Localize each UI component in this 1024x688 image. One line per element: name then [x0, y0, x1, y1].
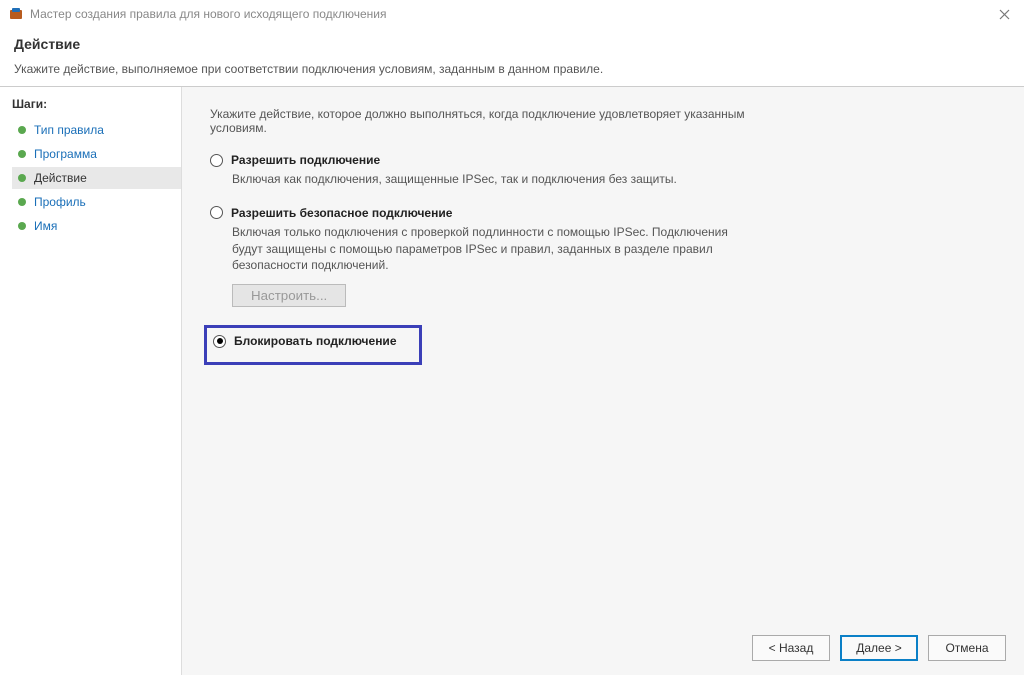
firewall-icon — [8, 6, 24, 22]
option-block-label: Блокировать подключение — [234, 334, 397, 348]
option-block: Блокировать подключение — [204, 325, 422, 365]
radio-allow[interactable] — [210, 154, 223, 167]
wizard-header: Действие Укажите действие, выполняемое п… — [0, 28, 1024, 76]
radio-allow-secure[interactable] — [210, 206, 223, 219]
back-button[interactable]: < Назад — [752, 635, 830, 661]
step-profile[interactable]: Профиль — [12, 191, 181, 213]
wizard-footer: < Назад Далее > Отмена — [752, 635, 1006, 661]
next-button[interactable]: Далее > — [840, 635, 918, 661]
titlebar: Мастер создания правила для нового исход… — [0, 0, 1024, 28]
steps-sidebar: Шаги: Тип правила Программа Действие Про… — [0, 87, 182, 675]
configure-button: Настроить... — [232, 284, 346, 307]
step-name[interactable]: Имя — [12, 215, 181, 237]
option-allow-secure-label: Разрешить безопасное подключение — [231, 206, 452, 220]
main-pane: Укажите действие, которое должно выполня… — [182, 87, 1024, 675]
page-description: Укажите действие, выполняемое при соотве… — [14, 62, 1010, 76]
window-title: Мастер создания правила для нового исход… — [30, 7, 387, 21]
bullet-icon — [18, 150, 26, 158]
bullet-icon — [18, 126, 26, 134]
option-allow-secure: Разрешить безопасное подключение Включая… — [210, 206, 996, 307]
close-icon[interactable] — [992, 2, 1016, 26]
step-program[interactable]: Программа — [12, 143, 181, 165]
option-allow-secure-desc: Включая только подключения с проверкой п… — [232, 224, 752, 274]
main-instruction: Укажите действие, которое должно выполня… — [210, 107, 750, 135]
steps-title: Шаги: — [12, 97, 181, 111]
bullet-icon — [18, 174, 26, 182]
radio-block[interactable] — [213, 335, 226, 348]
cancel-button[interactable]: Отмена — [928, 635, 1006, 661]
option-allow: Разрешить подключение Включая как подклю… — [210, 153, 996, 188]
step-action[interactable]: Действие — [12, 167, 181, 189]
option-allow-label: Разрешить подключение — [231, 153, 380, 167]
page-title: Действие — [14, 36, 1010, 52]
option-allow-desc: Включая как подключения, защищенные IPSe… — [232, 171, 752, 188]
bullet-icon — [18, 198, 26, 206]
bullet-icon — [18, 222, 26, 230]
step-rule-type[interactable]: Тип правила — [12, 119, 181, 141]
